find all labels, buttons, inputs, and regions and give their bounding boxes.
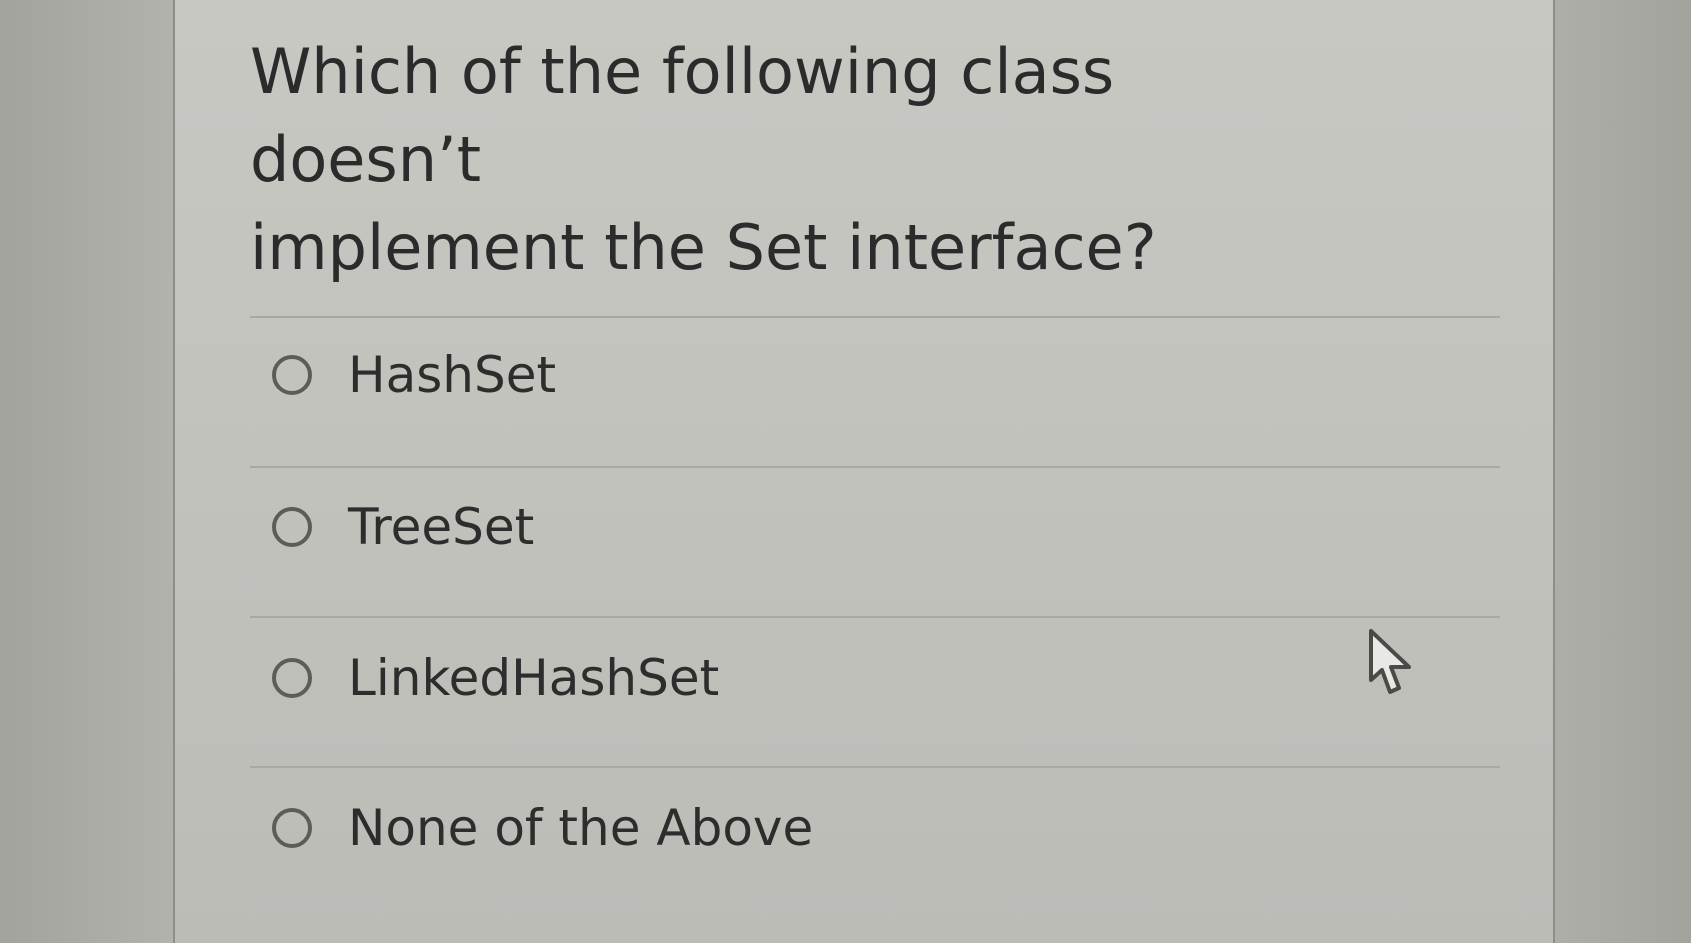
radio-unchecked-icon[interactable]: [272, 355, 312, 395]
answer-option-linkedhashset[interactable]: LinkedHashSet: [272, 643, 719, 713]
divider: [250, 316, 1500, 318]
answer-option-label: LinkedHashSet: [348, 649, 720, 707]
question-text: Which of the following class doesn’t impl…: [250, 28, 1350, 292]
answer-option-none-of-the-above[interactable]: None of the Above: [272, 793, 813, 863]
answer-option-hashset[interactable]: HashSet: [272, 340, 556, 410]
radio-unchecked-icon[interactable]: [272, 658, 312, 698]
mouse-pointer-icon: [1369, 629, 1411, 694]
answer-option-treeset[interactable]: TreeSet: [272, 492, 534, 562]
quiz-question-panel: Which of the following class doesn’t impl…: [175, 0, 1553, 943]
left-background-panel: [0, 0, 175, 943]
screen: Which of the following class doesn’t impl…: [0, 0, 1691, 943]
divider: [250, 466, 1500, 468]
answer-option-label: TreeSet: [348, 498, 535, 556]
question-line-2: implement the Set interface?: [250, 211, 1157, 284]
question-line-1: Which of the following class doesn’t: [250, 35, 1115, 196]
divider: [250, 616, 1500, 618]
right-background-panel: [1553, 0, 1691, 943]
divider: [250, 766, 1500, 768]
answer-option-label: HashSet: [348, 346, 557, 404]
radio-unchecked-icon[interactable]: [272, 507, 312, 547]
answer-option-label: None of the Above: [348, 799, 814, 857]
radio-unchecked-icon[interactable]: [272, 808, 312, 848]
